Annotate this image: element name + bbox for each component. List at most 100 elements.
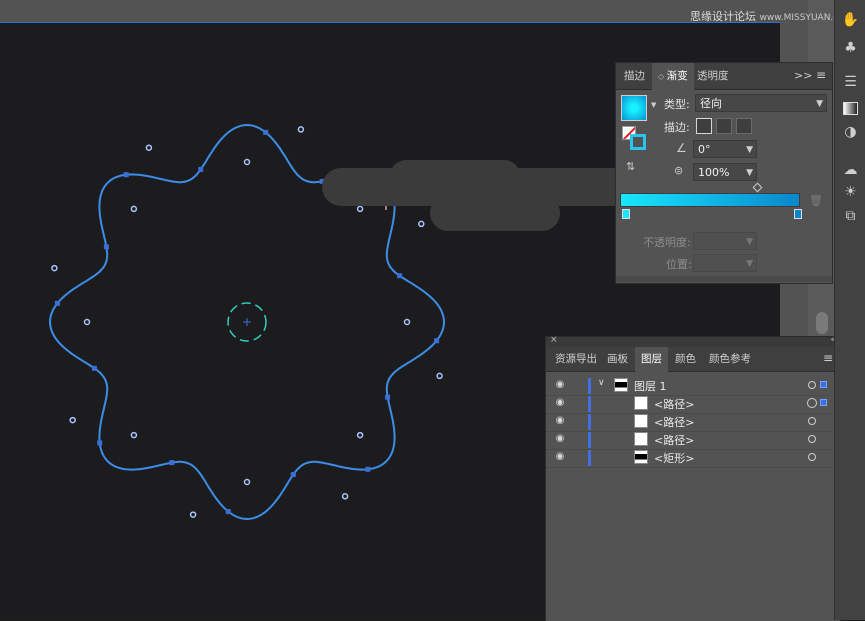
- handle-point[interactable]: [189, 511, 197, 518]
- tab-transparency[interactable]: 透明度: [691, 63, 735, 89]
- gradient-stop-right[interactable]: [794, 209, 802, 219]
- layer-thumbnail: [614, 378, 628, 392]
- handle-point[interactable]: [341, 493, 349, 500]
- visibility-eye-icon[interactable]: ◉: [554, 379, 566, 391]
- tab-layers[interactable]: 图层: [635, 347, 668, 372]
- visibility-eye-icon[interactable]: ◉: [554, 415, 566, 427]
- layer-name[interactable]: <路径>: [654, 414, 694, 430]
- delete-stop-icon[interactable]: 🗑: [809, 194, 823, 207]
- handle-point[interactable]: [69, 416, 76, 424]
- club-icon[interactable]: ♣: [835, 36, 865, 60]
- stroke-within-icon[interactable]: [696, 118, 712, 134]
- gradient-stop-left[interactable]: [622, 209, 630, 219]
- anchor-point[interactable]: [123, 172, 129, 178]
- target-circle-icon[interactable]: [808, 381, 816, 389]
- center-flower-shape[interactable]: [227, 302, 267, 342]
- anchor-point[interactable]: [225, 509, 231, 515]
- tab-gradient[interactable]: ◇ 渐变: [652, 63, 694, 90]
- anchor-point[interactable]: [263, 129, 269, 135]
- target-circle-icon[interactable]: [808, 453, 816, 461]
- anchor-point[interactable]: [434, 338, 440, 344]
- handle-point[interactable]: [51, 264, 58, 272]
- panel-resize-grip[interactable]: [616, 276, 832, 282]
- handle-point[interactable]: [130, 205, 138, 213]
- tab-gradient-label: 渐变: [666, 70, 688, 82]
- gradient-type-select[interactable]: 径向 ▼: [695, 94, 827, 112]
- double-chevron-right-icon[interactable]: >>: [794, 69, 812, 82]
- angle-input[interactable]: 0° ▼: [693, 140, 757, 158]
- tab-asset-export[interactable]: 资源导出: [549, 347, 603, 371]
- tab-artboards[interactable]: 画板: [601, 347, 634, 371]
- anchor-point[interactable]: [385, 394, 391, 400]
- stroke-swatch-icon[interactable]: [630, 134, 646, 150]
- gradient-swatch-icon[interactable]: [835, 96, 865, 120]
- location-input[interactable]: ▼: [693, 254, 757, 272]
- stroke-along-icon[interactable]: [716, 118, 732, 134]
- target-circle-icon[interactable]: [808, 435, 816, 443]
- sublayer-row[interactable]: ◉ <路径>: [546, 395, 832, 414]
- layer-name[interactable]: <路径>: [654, 432, 694, 448]
- hamburger-icon[interactable]: ≡: [816, 68, 826, 82]
- layer-name[interactable]: <路径>: [654, 396, 694, 412]
- chevron-down-icon[interactable]: ▼: [651, 101, 656, 109]
- artwork-svg[interactable]: [0, 22, 600, 620]
- tab-color[interactable]: 颜色: [669, 347, 702, 371]
- handle-point[interactable]: [130, 431, 138, 439]
- handle-point[interactable]: [418, 220, 425, 228]
- tab-color-guide[interactable]: 颜色参考: [703, 347, 757, 371]
- layer-row[interactable]: ◉ ∨ 图层 1: [546, 377, 832, 396]
- sublayer-row[interactable]: ◉ <路径>: [546, 413, 832, 432]
- sublayer-row[interactable]: ◉ <路径>: [546, 431, 832, 450]
- layer-name[interactable]: 图层 1: [634, 378, 667, 394]
- expand-chevron-icon[interactable]: ∨: [598, 378, 605, 388]
- visibility-eye-icon[interactable]: ◉: [554, 397, 566, 409]
- handle-point[interactable]: [297, 126, 305, 133]
- creative-cloud-icon[interactable]: ☁: [835, 158, 865, 182]
- handle-point[interactable]: [83, 318, 91, 326]
- anchor-point[interactable]: [54, 300, 60, 306]
- visibility-eye-icon[interactable]: ◉: [554, 433, 566, 445]
- hamburger-icon[interactable]: ≡: [823, 351, 833, 365]
- watermark: 思缘设计论坛 www.MISSYUAN.COM: [690, 8, 854, 24]
- anchor-point[interactable]: [397, 273, 403, 279]
- anchor-point[interactable]: [91, 365, 97, 371]
- export-icon[interactable]: ⧉: [835, 204, 865, 228]
- gradient-swatch[interactable]: [621, 95, 647, 121]
- target-circle-icon[interactable]: [807, 398, 817, 408]
- scrollbar-thumb[interactable]: [816, 312, 828, 334]
- anchor-point[interactable]: [365, 466, 371, 472]
- anchor-point[interactable]: [169, 460, 175, 466]
- handle-point[interactable]: [356, 431, 364, 439]
- handle-point[interactable]: [403, 318, 411, 326]
- layer-thumbnail: [634, 396, 648, 410]
- handle-point[interactable]: [243, 478, 251, 486]
- align-icon[interactable]: ☰: [835, 70, 865, 94]
- anchor-point[interactable]: [198, 166, 204, 172]
- sublayer-row[interactable]: ◉ <矩形>: [546, 449, 832, 468]
- anchor-point[interactable]: [290, 472, 296, 478]
- tab-stroke[interactable]: 描边: [618, 63, 651, 89]
- selection-indicator[interactable]: [820, 399, 827, 406]
- anchor-point[interactable]: [97, 440, 103, 446]
- tab-collapse-icon: ◇: [658, 72, 667, 81]
- hand-brush-icon[interactable]: ✋: [835, 8, 865, 32]
- close-panel-icon[interactable]: ×: [550, 335, 558, 345]
- handle-point[interactable]: [356, 205, 364, 213]
- midpoint-diamond-icon[interactable]: [752, 182, 763, 193]
- gradient-slider[interactable]: [620, 193, 800, 207]
- stroke-across-icon[interactable]: [736, 118, 752, 134]
- handle-point[interactable]: [145, 144, 153, 151]
- visibility-eye-icon[interactable]: ◉: [554, 451, 566, 463]
- selection-indicator[interactable]: [820, 381, 827, 388]
- reverse-gradient-icon[interactable]: ⇅: [626, 160, 640, 174]
- handle-point[interactable]: [243, 158, 251, 166]
- transparency-icon[interactable]: ◑: [835, 120, 865, 144]
- sun-icon[interactable]: ☀: [835, 180, 865, 204]
- anchor-point[interactable]: [103, 244, 109, 250]
- opacity-input[interactable]: ▼: [693, 232, 757, 250]
- handle-point[interactable]: [436, 372, 443, 380]
- layer-name[interactable]: <矩形>: [654, 450, 694, 466]
- aspect-ratio-input[interactable]: 100% ▼: [693, 163, 757, 181]
- target-circle-icon[interactable]: [808, 417, 816, 425]
- layer-color-bar: [588, 414, 591, 430]
